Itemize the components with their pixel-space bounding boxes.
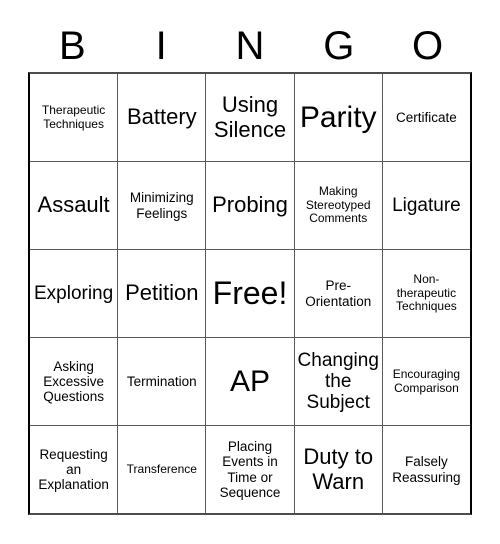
bingo-cell-r5c1[interactable]: Requesting an Explanation: [30, 426, 119, 513]
bingo-cell-r1c4[interactable]: Parity: [295, 74, 383, 161]
bingo-cell-r4c2[interactable]: Termination: [118, 338, 207, 425]
bingo-cell-r1c2[interactable]: Battery: [118, 74, 207, 161]
bingo-cell-r2c3[interactable]: Probing: [206, 162, 295, 249]
bingo-row: Assault Minimizing Feelings Probing Maki…: [30, 162, 470, 250]
bingo-cell-r2c4[interactable]: Making Stereotyped Comments: [295, 162, 383, 249]
header-letter-o: O: [412, 24, 444, 68]
bingo-cell-r3c1[interactable]: Exploring: [30, 250, 119, 337]
bingo-cell-r3c2[interactable]: Petition: [118, 250, 207, 337]
bingo-row: Asking Excessive Questions Termination A…: [30, 338, 470, 426]
bingo-cell-r2c5[interactable]: Ligature: [383, 162, 470, 249]
header-letter-i: I: [155, 24, 167, 68]
header-letter-b: B: [59, 24, 86, 68]
bingo-header: B I N G O: [28, 20, 472, 72]
bingo-cell-free-space[interactable]: Free!: [206, 250, 295, 337]
bingo-row: Therapeutic Techniques Battery Using Sil…: [30, 74, 470, 162]
bingo-cell-r3c4[interactable]: Pre-Orientation: [295, 250, 383, 337]
bingo-cell-r4c5[interactable]: Encouraging Comparison: [383, 338, 470, 425]
bingo-cell-r5c4[interactable]: Duty to Warn: [295, 426, 383, 513]
header-letter-n: N: [235, 24, 265, 68]
bingo-cell-r4c3[interactable]: AP: [206, 338, 295, 425]
bingo-cell-r3c5[interactable]: Non-therapeutic Techniques: [383, 250, 470, 337]
header-letter-g: G: [323, 24, 355, 68]
bingo-cell-r2c2[interactable]: Minimizing Feelings: [118, 162, 207, 249]
bingo-cell-r1c1[interactable]: Therapeutic Techniques: [30, 74, 119, 161]
bingo-cell-r5c3[interactable]: Placing Events in Time or Sequence: [206, 426, 295, 513]
bingo-cell-r4c4[interactable]: Changing the Subject: [295, 338, 383, 425]
bingo-grid: Therapeutic Techniques Battery Using Sil…: [28, 72, 472, 515]
bingo-cell-r1c5[interactable]: Certificate: [383, 74, 470, 161]
bingo-cell-r1c3[interactable]: Using Silence: [206, 74, 295, 161]
bingo-cell-r4c1[interactable]: Asking Excessive Questions: [30, 338, 119, 425]
bingo-card: B I N G O Therapeutic Techniques Battery…: [0, 0, 500, 544]
bingo-row: Requesting an Explanation Transference P…: [30, 426, 470, 513]
bingo-cell-r5c5[interactable]: Falsely Reassuring: [383, 426, 470, 513]
bingo-cell-r5c2[interactable]: Transference: [118, 426, 207, 513]
bingo-cell-r2c1[interactable]: Assault: [30, 162, 119, 249]
bingo-row: Exploring Petition Free! Pre-Orientation…: [30, 250, 470, 338]
